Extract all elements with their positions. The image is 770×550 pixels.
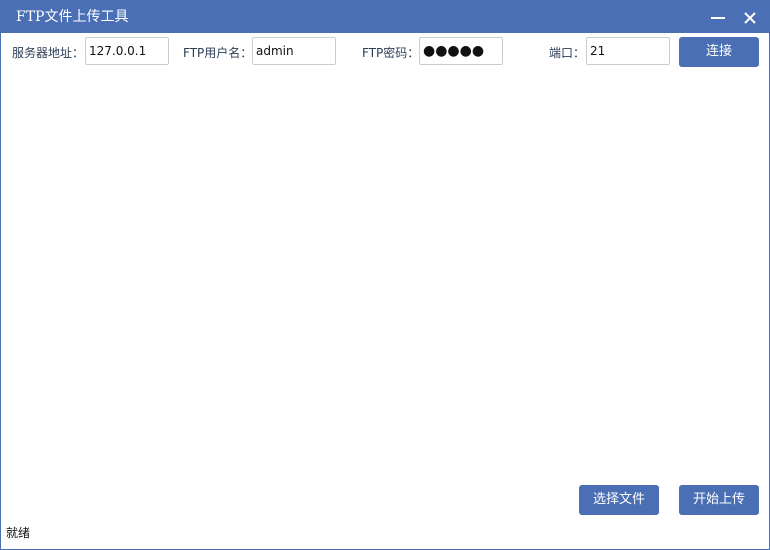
password-label: FTP密码： (362, 46, 420, 60)
minimize-button[interactable] (705, 5, 731, 29)
select-file-button[interactable]: 选择文件 (579, 485, 659, 515)
connect-button[interactable]: 连接 (679, 37, 759, 67)
status-text: 就绪 (6, 526, 31, 540)
minimize-icon (711, 17, 725, 19)
server-label: 服务器地址： (12, 46, 85, 60)
server-input[interactable] (85, 37, 169, 65)
username-input[interactable] (252, 37, 336, 65)
window-title: FTP文件上传工具 (16, 9, 129, 25)
username-label: FTP用户名： (183, 46, 253, 60)
start-upload-button[interactable]: 开始上传 (679, 485, 759, 515)
close-icon (744, 12, 756, 24)
port-input[interactable] (586, 37, 670, 65)
title-bar[interactable]: FTP文件上传工具 (1, 1, 769, 33)
app-window: FTP文件上传工具 服务器地址： FTP用户名： FTP密码： 端口： 连接 选… (0, 0, 770, 550)
password-input[interactable] (419, 37, 503, 65)
port-label: 端口： (549, 46, 586, 60)
close-button[interactable] (737, 5, 763, 29)
